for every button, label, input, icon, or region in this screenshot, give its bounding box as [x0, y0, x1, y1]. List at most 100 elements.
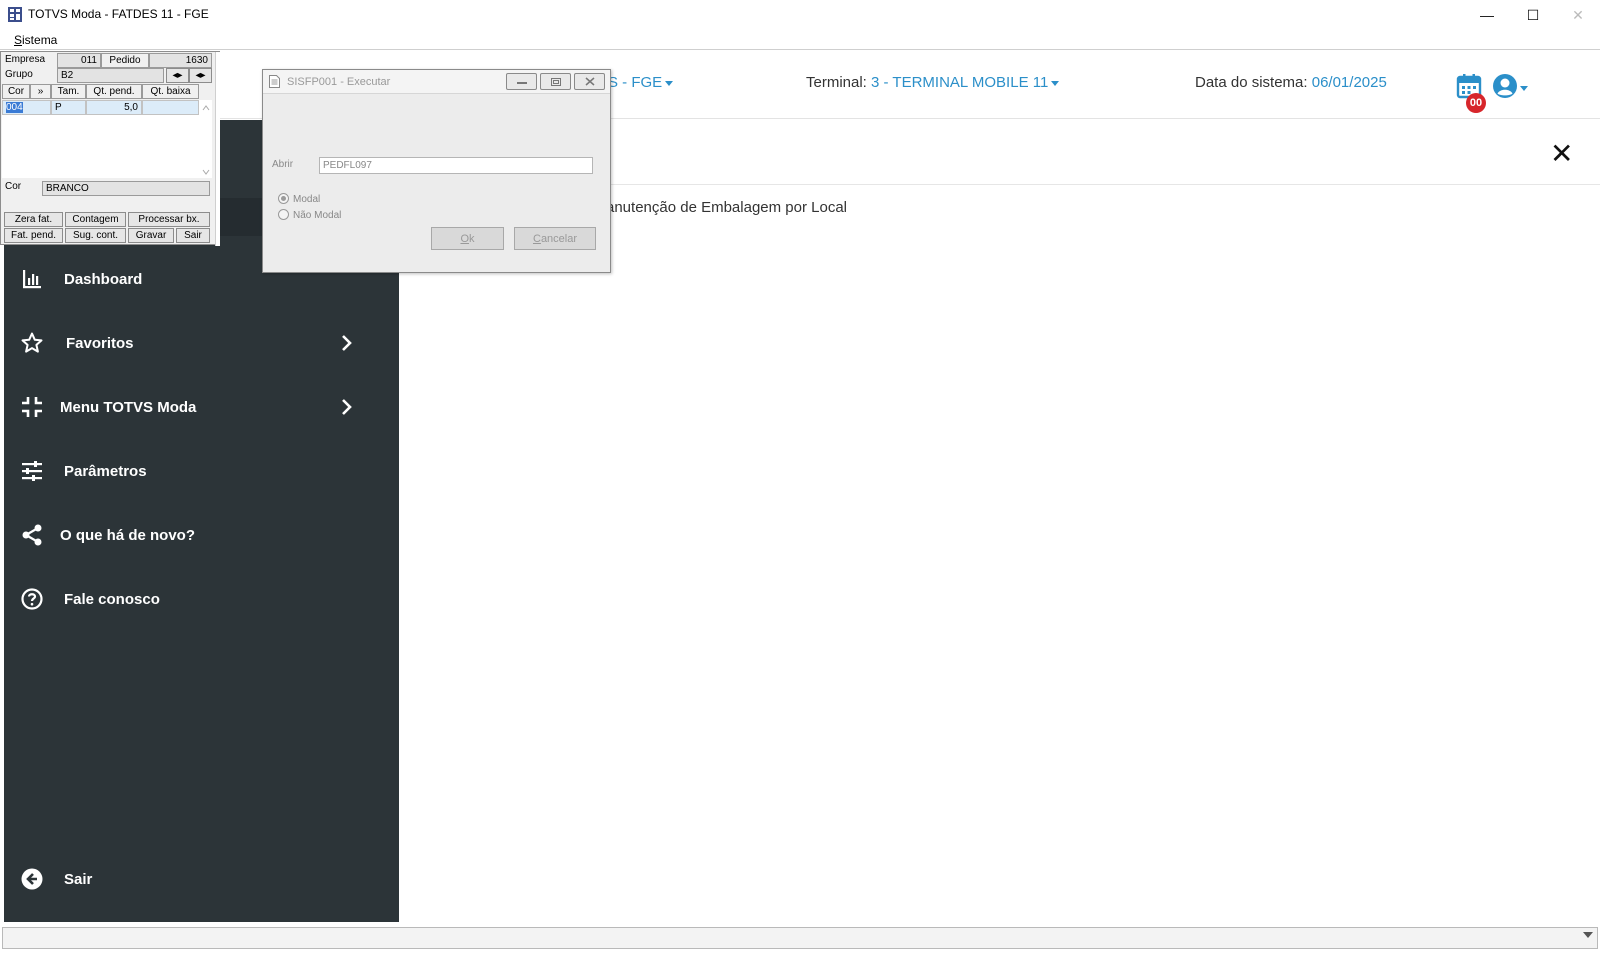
window-edge — [215, 52, 220, 246]
nao-modal-radio-label: Não Modal — [293, 210, 342, 221]
empresa-field[interactable]: 011 — [57, 53, 101, 68]
table-cell-tam[interactable]: P — [51, 100, 86, 115]
fat-pend-button[interactable]: Fat. pend. — [4, 228, 63, 243]
window-title: TOTVS Moda - FATDES 11 - FGE — [28, 7, 209, 21]
arrow-left-circle-icon — [21, 868, 43, 890]
notification-badge: 00 — [1466, 93, 1486, 113]
col-header-qt-baixa[interactable]: Qt. baixa — [142, 84, 199, 99]
sidebar-item-label: Fale conosco — [64, 590, 160, 608]
app-header: ES - FGE Terminal: 3 - TERMINAL MOBILE 1… — [0, 51, 1600, 119]
sidebar-item-label: Favoritos — [66, 334, 134, 352]
gravar-button[interactable]: Gravar — [128, 228, 174, 243]
dialog-titlebar[interactable]: SISFP001 - Executar — [263, 70, 610, 94]
sair-button[interactable]: Sair — [176, 228, 210, 243]
executar-dialog: SISFP001 - Executar Abrir PEDFL097 Modal… — [262, 69, 611, 273]
scroll-up-icon[interactable] — [202, 105, 210, 111]
close-window-button[interactable]: ✕ — [1556, 0, 1600, 30]
maximize-button[interactable]: ☐ — [1510, 0, 1556, 30]
pedido-field[interactable]: 1630 — [149, 53, 212, 68]
ok-label-rest: k — [469, 232, 475, 245]
maximize-icon: ☐ — [1526, 6, 1540, 23]
arrow-right-icon: ◂▸ — [195, 70, 206, 81]
grupo-field[interactable]: B2 — [57, 68, 164, 83]
next-grupo-button[interactable]: ◂▸ — [189, 68, 212, 83]
user-menu-caret-icon[interactable] — [1520, 86, 1528, 91]
caret-down-icon — [1051, 80, 1060, 86]
empresa-label: Empresa — [5, 54, 46, 65]
dialog-title: SISFP001 - Executar — [287, 76, 391, 88]
menu-sistema[interactable]: Sistema — [14, 33, 57, 47]
chevron-right-icon — [342, 335, 352, 351]
sidebar-item-label: Dashboard — [64, 270, 143, 288]
status-combo[interactable] — [2, 927, 1598, 949]
terminal-selector[interactable]: Terminal: 3 - TERMINAL MOBILE 11 — [806, 74, 1060, 91]
bar-chart-icon — [23, 270, 41, 289]
question-circle-icon — [21, 588, 43, 610]
prev-grupo-button[interactable]: ◂▸ — [166, 68, 189, 83]
table-cell-qt-pend[interactable]: 5,0 — [86, 100, 142, 115]
sidebar-item-parametros[interactable]: Parâmetros — [0, 451, 395, 491]
close-tab-button[interactable]: ✕ — [1550, 140, 1573, 168]
sidebar-item-favoritos[interactable]: Favoritos — [0, 323, 395, 363]
col-header-qt-pend[interactable]: Qt. pend. — [86, 84, 142, 99]
chevron-right-icon — [342, 399, 352, 415]
col-header-cor[interactable]: Cor — [2, 84, 30, 99]
dialog-minimize-button[interactable] — [506, 73, 537, 90]
ok-button[interactable]: Ok — [431, 227, 504, 250]
contagem-button[interactable]: Contagem — [65, 212, 126, 227]
sidebar-item-label: O que há de novo? — [60, 526, 196, 544]
window-titlebar: TOTVS Moda - FATDES 11 - FGE — ☐ ✕ — [0, 0, 1600, 30]
cancel-button[interactable]: Cancelar — [514, 227, 596, 250]
date-label: Data do sistema: — [1195, 74, 1308, 91]
share-icon — [22, 524, 42, 546]
modal-radio[interactable] — [278, 193, 289, 204]
sidebar-item-menu-totvs-moda[interactable]: Menu TOTVS Moda — [0, 387, 395, 427]
abrir-label: Abrir — [272, 159, 294, 170]
col-header-expand[interactable]: » — [30, 84, 51, 99]
nao-modal-radio[interactable] — [278, 209, 289, 220]
sidebar-exit[interactable]: Sair — [0, 859, 395, 899]
cancel-label-rest: ancelar — [540, 232, 578, 245]
menubar: Sistema — [0, 30, 1600, 50]
abrir-input[interactable]: PEDFL097 — [319, 157, 593, 174]
terminal-value: 3 - TERMINAL MOBILE 11 — [871, 74, 1049, 91]
restore-icon — [550, 77, 561, 86]
sidebar-item-label: Menu TOTVS Moda — [60, 398, 197, 416]
dialog-restore-button[interactable] — [540, 73, 571, 90]
star-icon — [21, 332, 43, 353]
grupo-label: Grupo — [5, 69, 33, 80]
scroll-down-icon[interactable] — [202, 169, 210, 175]
close-icon — [585, 77, 594, 86]
cancel-mnemonic: C — [532, 232, 541, 245]
pedido-window: Empresa 011 Pedido 1630 Grupo B2 ◂▸ ◂▸ C… — [0, 51, 220, 246]
sliders-icon — [22, 461, 42, 481]
col-header-tam[interactable]: Tam. — [51, 84, 86, 99]
sidebar-exit-label: Sair — [64, 870, 93, 888]
menu-sistema-rest: istema — [22, 33, 58, 47]
cor-label: Cor — [5, 181, 22, 192]
zera-fat-button[interactable]: Zera fat. — [4, 212, 63, 227]
sug-cont-button[interactable]: Sug. cont. — [65, 228, 126, 243]
chevron-down-icon — [1583, 932, 1593, 938]
dialog-close-button[interactable] — [574, 73, 605, 90]
sidebar-item-fale-conosco[interactable]: Fale conosco — [0, 579, 395, 619]
terminal-label: Terminal: — [806, 74, 867, 91]
date-value: 06/01/2025 — [1311, 74, 1387, 91]
processar-bx-button[interactable]: Processar bx. — [128, 212, 210, 227]
cor-field[interactable]: BRANCO — [42, 181, 210, 196]
minimize-button[interactable]: — — [1464, 0, 1510, 30]
arrow-left-icon: ◂▸ — [172, 70, 183, 81]
table-cell-qt-baixa[interactable] — [142, 100, 199, 115]
ok-mnemonic: O — [460, 232, 470, 245]
grid-scrollbar[interactable] — [200, 103, 212, 178]
table-cell-cor[interactable]: 004 — [2, 100, 51, 115]
selected-cell-text: 004 — [6, 102, 23, 113]
user-circle-icon[interactable] — [1492, 73, 1518, 99]
compress-icon — [22, 397, 42, 417]
document-icon — [269, 75, 280, 88]
minimize-icon — [516, 81, 527, 84]
sidebar-item-label: Parâmetros — [64, 462, 147, 480]
menu-sistema-mnemonic: S — [14, 33, 23, 47]
app-icon — [8, 7, 22, 22]
sidebar-item-o-que-ha-de-novo[interactable]: O que há de novo? — [0, 515, 395, 555]
